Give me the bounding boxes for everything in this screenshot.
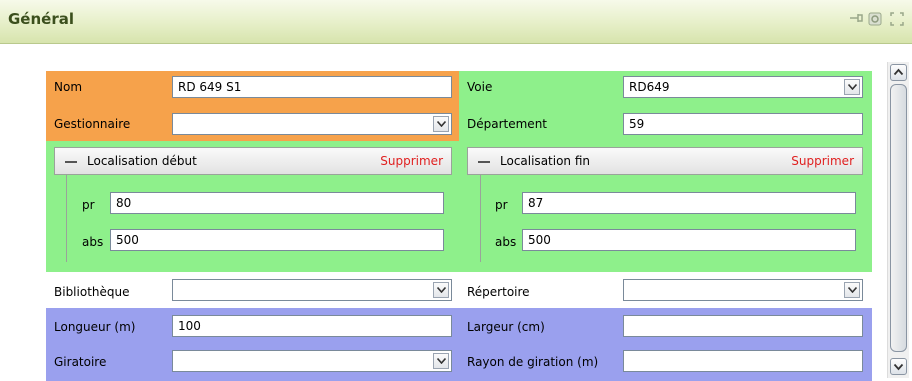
rayon-label: Rayon de giration (m) bbox=[467, 355, 599, 369]
largeur-input[interactable] bbox=[623, 315, 863, 337]
localisation-fin-title: Localisation fin bbox=[500, 154, 591, 168]
panel-title: Général bbox=[8, 10, 74, 28]
voie-select[interactable]: RD649 bbox=[623, 76, 863, 98]
pr-debut-label: pr bbox=[82, 198, 95, 212]
giratoire-label: Giratoire bbox=[54, 355, 107, 369]
abs-debut-input[interactable]: 500 bbox=[110, 229, 444, 251]
giratoire-select[interactable] bbox=[172, 350, 452, 372]
settings-icon[interactable] bbox=[866, 12, 884, 30]
pr-fin-label: pr bbox=[495, 198, 508, 212]
scroll-up-icon[interactable] bbox=[890, 64, 907, 81]
pr-debut-input[interactable]: 80 bbox=[110, 192, 444, 214]
scroll-thumb[interactable] bbox=[890, 84, 907, 352]
rayon-input[interactable] bbox=[623, 350, 863, 372]
localisation-fin-delete-button[interactable]: Supprimer bbox=[791, 154, 854, 168]
pr-fin-input[interactable]: 87 bbox=[522, 192, 856, 214]
scroll-down-icon[interactable] bbox=[890, 358, 907, 375]
repertoire-label: Répertoire bbox=[467, 285, 530, 299]
collapse-icon[interactable] bbox=[65, 161, 77, 163]
maximize-icon[interactable] bbox=[888, 12, 906, 30]
localisation-debut-body bbox=[66, 175, 67, 262]
localisation-debut-title: Localisation début bbox=[87, 154, 197, 168]
chevron-down-icon[interactable] bbox=[433, 282, 449, 298]
localisation-debut-delete-button[interactable]: Supprimer bbox=[380, 154, 443, 168]
longueur-input[interactable]: 100 bbox=[172, 315, 452, 337]
gestionnaire-select[interactable] bbox=[172, 113, 452, 135]
abs-debut-label: abs bbox=[82, 235, 104, 249]
chevron-down-icon[interactable] bbox=[433, 353, 449, 369]
departement-input[interactable]: 59 bbox=[623, 113, 863, 135]
localisation-fin-header[interactable]: Localisation fin Supprimer bbox=[467, 147, 863, 175]
abs-fin-input[interactable]: 500 bbox=[522, 229, 856, 251]
repertoire-select[interactable] bbox=[623, 279, 863, 301]
bibliotheque-select[interactable] bbox=[172, 279, 452, 301]
pin-icon[interactable] bbox=[847, 12, 865, 30]
nom-input[interactable]: RD 649 S1 bbox=[172, 76, 452, 98]
chevron-down-icon[interactable] bbox=[844, 282, 860, 298]
vertical-scrollbar[interactable] bbox=[887, 62, 909, 378]
nom-label: Nom bbox=[54, 80, 83, 94]
panel-header: Général bbox=[0, 0, 912, 44]
largeur-label: Largeur (cm) bbox=[467, 320, 545, 334]
chevron-down-icon[interactable] bbox=[844, 79, 860, 95]
chevron-down-icon[interactable] bbox=[433, 116, 449, 132]
localisation-debut-header[interactable]: Localisation début Supprimer bbox=[54, 147, 452, 175]
departement-label: Département bbox=[467, 117, 547, 131]
bibliotheque-label: Bibliothèque bbox=[54, 285, 130, 299]
abs-fin-label: abs bbox=[495, 235, 517, 249]
localisation-fin-body bbox=[480, 175, 481, 262]
voie-value: RD649 bbox=[629, 80, 670, 94]
collapse-icon[interactable] bbox=[478, 161, 490, 163]
longueur-label: Longueur (m) bbox=[54, 320, 136, 334]
voie-label: Voie bbox=[467, 80, 493, 94]
gestionnaire-label: Gestionnaire bbox=[54, 117, 131, 131]
